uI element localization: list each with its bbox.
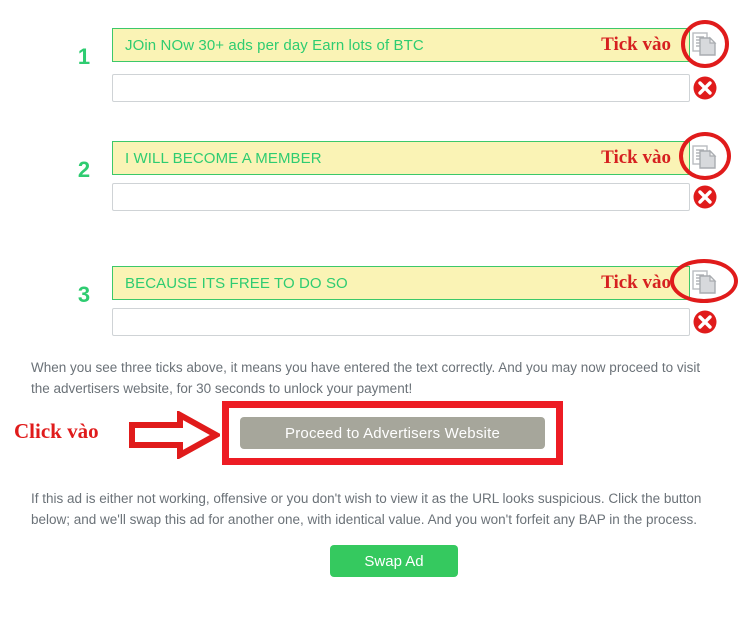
- x-circle-icon: [692, 184, 718, 210]
- tick-annotation-label: Tick vào: [601, 34, 671, 55]
- row-number: 2: [77, 157, 91, 182]
- x-circle-icon: [692, 309, 718, 335]
- tick-annotation-label: Tick vào: [601, 147, 671, 168]
- answer-input[interactable]: [112, 183, 690, 211]
- answer-input[interactable]: [112, 308, 690, 336]
- right-arrow-icon: [128, 409, 223, 464]
- ad-phrase-text: BECAUSE ITS FREE TO DO SO: [125, 274, 348, 292]
- tick-annotation-label: Tick vào: [601, 272, 671, 293]
- answer-input[interactable]: [112, 74, 690, 102]
- ad-phrase-text: JOin NOw 30+ ads per day Earn lots of BT…: [125, 36, 424, 54]
- ad-phrase-banner: BECAUSE ITS FREE TO DO SO Tick vào: [112, 266, 690, 300]
- row-number: 1: [77, 44, 91, 69]
- copy-icon[interactable]: [690, 143, 718, 171]
- proceed-to-advertisers-website-button[interactable]: Proceed to Advertisers Website: [240, 417, 545, 449]
- ticks-instruction-text: When you see three ticks above, it means…: [31, 360, 701, 396]
- copy-icon[interactable]: [690, 30, 718, 58]
- swap-ad-button[interactable]: Swap Ad: [330, 545, 458, 577]
- swap-instruction-text: If this ad is either not working, offens…: [31, 491, 702, 527]
- copy-icon[interactable]: [690, 268, 718, 296]
- x-circle-icon: [692, 75, 718, 101]
- row-number: 3: [77, 282, 91, 307]
- ad-phrase-banner: I WILL BECOME A MEMBER Tick vào: [112, 141, 690, 175]
- ad-phrase-banner: JOin NOw 30+ ads per day Earn lots of BT…: [112, 28, 690, 62]
- ad-phrase-text: I WILL BECOME A MEMBER: [125, 149, 322, 167]
- click-annotation-label: Click vào: [14, 419, 99, 443]
